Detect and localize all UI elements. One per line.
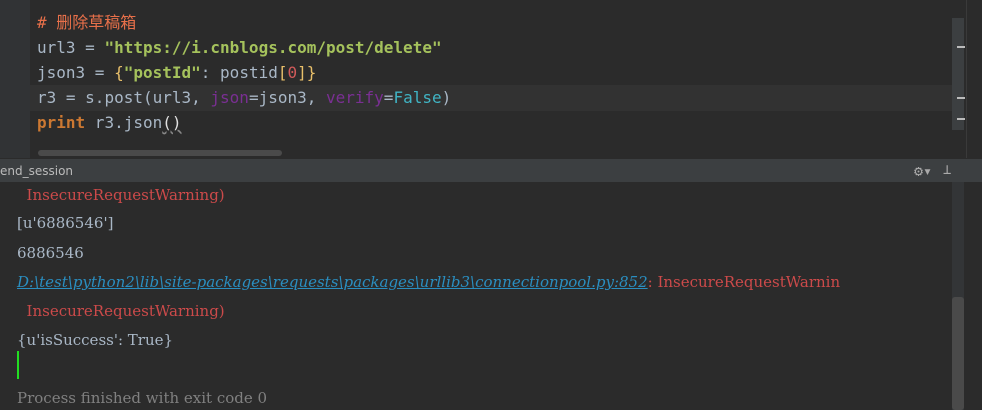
error-stripe-mark[interactable] (957, 97, 965, 99)
bracket: ] (297, 63, 307, 82)
code-editor[interactable]: # 删除草稿箱 url3 = "https://i.cnblogs.com/po… (0, 0, 982, 158)
variable: url3 (37, 38, 76, 57)
warning-message: : InsecureRequestWarnin (647, 273, 841, 291)
expression: postid (220, 63, 278, 82)
console-output-line: [u'6886546'] (17, 214, 114, 232)
keyword: print (37, 113, 86, 132)
param-name: json (210, 88, 249, 107)
error-stripe-mark[interactable] (957, 46, 965, 48)
variable: r3 (37, 88, 57, 107)
call: s.post(url3, (85, 88, 211, 107)
pin-icon[interactable]: ⊥ (943, 161, 951, 179)
run-console-output[interactable] (0, 182, 982, 410)
editor-gutter (0, 0, 30, 158)
run-panel-header: end_session ⚙▾ ⊥ (0, 158, 982, 183)
console-scrollbar-thumb[interactable] (952, 297, 964, 410)
close-paren: ) (441, 88, 452, 107)
operator: = (85, 63, 115, 82)
editor-vertical-scrollbar[interactable] (952, 18, 964, 130)
comment: # 删除草稿箱 (37, 13, 137, 32)
run-tab[interactable]: end_session (0, 159, 73, 183)
dict-key: "postId" (123, 63, 201, 82)
code-line-1[interactable]: # 删除草稿箱 (37, 11, 136, 35)
process-exit-message: Process finished with exit code 0 (17, 389, 268, 407)
code-line-3[interactable]: json3 = {"postId": postid[0]} (37, 61, 316, 85)
variable: json3 (37, 63, 86, 82)
gear-icon[interactable]: ⚙▾ (914, 162, 932, 180)
parens: () (162, 113, 182, 132)
brace: { (114, 63, 124, 82)
param-value: =json3, (248, 88, 326, 107)
console-warning-line: InsecureRequestWarning) (17, 302, 225, 320)
boolean-literal: False (393, 88, 442, 107)
operator: = (56, 88, 86, 107)
console-warning-line: InsecureRequestWarning) (17, 186, 225, 204)
expression: r3.json (85, 113, 163, 132)
code-line-5[interactable]: print r3.json() (37, 111, 182, 135)
string-literal: "https://i.cnblogs.com/post/delete" (104, 38, 442, 57)
code-line-2[interactable]: url3 = "https://i.cnblogs.com/post/delet… (37, 36, 442, 60)
index-number: 0 (287, 63, 298, 82)
code-line-4[interactable]: r3 = s.post(url3, json=json3, verify=Fal… (37, 86, 451, 110)
editor-horizontal-scrollbar[interactable] (38, 150, 282, 156)
console-warning-line: D:\test\python2\lib\site-packages\reques… (17, 271, 840, 293)
right-tool-strip (966, 0, 982, 158)
console-output-line: {u'isSuccess': True} (17, 331, 174, 349)
console-input-caret[interactable] (17, 351, 19, 379)
equals: = (383, 88, 394, 107)
error-stripe-mark[interactable] (957, 118, 965, 120)
console-output-line: 6886546 (17, 244, 84, 262)
param-name: verify (326, 88, 384, 107)
file-path-link[interactable]: D:\test\python2\lib\site-packages\reques… (17, 273, 648, 291)
operator: = (75, 38, 105, 57)
brace: } (306, 63, 317, 82)
colon: : (200, 63, 221, 82)
